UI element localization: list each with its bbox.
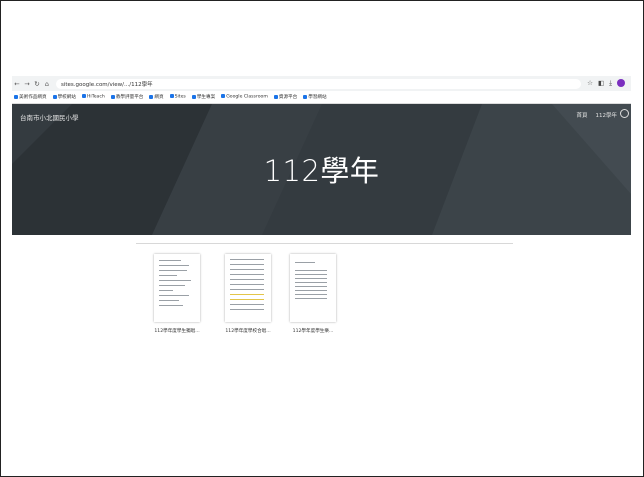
bookmark-item[interactable]: HiTeach [81, 94, 105, 100]
nav-item-current[interactable]: 112學年 [596, 111, 618, 119]
extension-icon[interactable]: ◧ [598, 79, 604, 88]
bookmark-icon [110, 94, 115, 99]
bookmark-label: 學生專案 [196, 95, 216, 100]
site-header-banner: 台南市小北國民小學 首頁 112學年 112學年 [12, 104, 631, 235]
bookmark-icon [52, 94, 57, 99]
forward-icon[interactable]: → [22, 80, 32, 88]
profile-avatar[interactable] [617, 79, 625, 87]
bookmark-label: 美術作品網頁 [19, 95, 47, 100]
bookmark-icon [149, 94, 154, 99]
bookmark-label: Google Classroom [226, 94, 268, 100]
page-title: 112學年 [263, 154, 380, 188]
site-name[interactable]: 台南市小北國民小學 [20, 112, 79, 122]
bookmark-icon [169, 94, 174, 99]
site-nav: 首頁 112學年 [576, 111, 617, 119]
document-card[interactable]: 112學年度學生獨唱... [152, 254, 202, 334]
document-card[interactable]: 112學年度學校合唱... [223, 254, 273, 334]
home-icon[interactable]: ⌂ [42, 80, 52, 88]
bookmark-item[interactable]: 網頁 [149, 94, 164, 100]
document-title[interactable]: 112學年度學生獨唱... [152, 328, 202, 334]
bookmark-icon [81, 94, 86, 99]
document-title[interactable]: 112學年度學生樂... [288, 328, 338, 334]
bookmark-item[interactable]: 學習網站 [303, 94, 327, 100]
bookmark-icon [191, 94, 196, 99]
address-bar-row: ← → ↻ ⌂ sites.google.com/view/.../112學年 … [12, 76, 631, 91]
document-thumbnail[interactable] [225, 254, 271, 322]
bookmark-item[interactable]: 資源平台 [273, 94, 298, 100]
document-thumbnail[interactable] [154, 254, 200, 322]
nav-item-home[interactable]: 首頁 [576, 111, 587, 119]
bookmark-icon [303, 94, 308, 99]
bookmark-icon [14, 94, 18, 99]
bookmark-item[interactable]: Sites [169, 94, 186, 100]
document-card[interactable]: 112學年度學生樂... [288, 254, 338, 334]
bookmark-icon [221, 94, 226, 99]
star-icon[interactable]: ☆ [587, 79, 593, 88]
bookmark-item[interactable]: 教學評量平台 [110, 94, 144, 100]
browser-window: ← → ↻ ⌂ sites.google.com/view/.../112學年 … [12, 76, 631, 346]
bookmark-label: 網頁 [154, 95, 164, 100]
toolbar-right: ☆ ◧ ⤓ [587, 79, 631, 88]
bookmark-label: HiTeach [86, 94, 105, 100]
bookmark-label: 學習網站 [308, 95, 327, 100]
bookmark-label: 學校網站 [57, 95, 76, 100]
bookmarks-bar: 美術作品網頁 學校網站 HiTeach 教學評量平台 網頁 Sites 學生專案… [12, 91, 631, 104]
bookmark-label: Sites [174, 94, 186, 100]
document-title[interactable]: 112學年度學校合唱... [223, 328, 273, 334]
back-icon[interactable]: ← [12, 80, 22, 88]
document-thumbnail[interactable] [290, 254, 336, 322]
search-icon[interactable] [620, 109, 629, 118]
bookmark-icon [273, 94, 278, 99]
bookmark-label: 資源平台 [278, 95, 298, 100]
reload-icon[interactable]: ↻ [32, 80, 42, 88]
url-text: sites.google.com/view/.../112學年 [61, 81, 153, 88]
bookmark-label: 教學評量平台 [115, 95, 144, 100]
bookmark-item[interactable]: Google Classroom [221, 94, 268, 100]
bookmark-item[interactable]: 學校網站 [52, 94, 76, 100]
section-divider [136, 243, 513, 244]
bookmark-item[interactable]: 學生專案 [191, 94, 216, 100]
download-icon[interactable]: ⤓ [609, 79, 612, 88]
bookmark-item[interactable]: 美術作品網頁 [14, 94, 47, 100]
url-field[interactable]: sites.google.com/view/.../112學年 [56, 78, 581, 89]
